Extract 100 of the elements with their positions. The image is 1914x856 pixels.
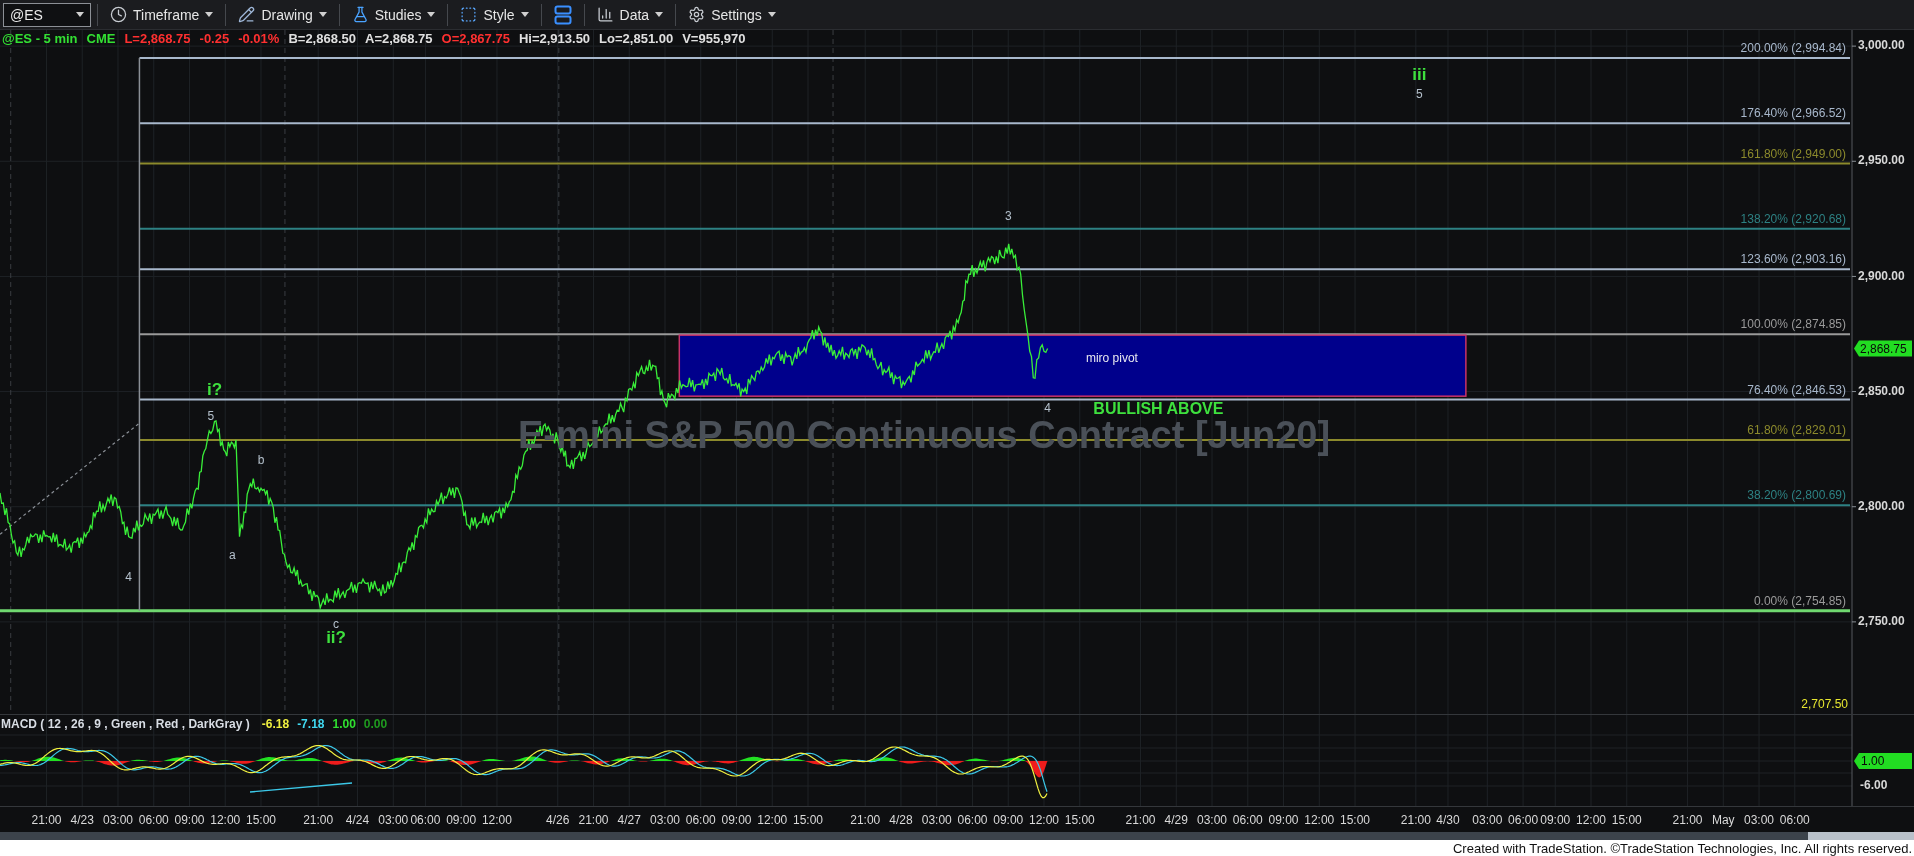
time-label: 06:00: [1508, 813, 1539, 827]
caret-icon: [520, 12, 529, 17]
time-label: 15:00: [793, 813, 823, 827]
quote-value: -0.25: [199, 31, 230, 46]
time-label: 09:00: [174, 813, 205, 827]
time-label: 4/24: [345, 813, 370, 827]
scrollbar[interactable]: [0, 832, 1914, 840]
time-label: 12:00: [481, 813, 512, 827]
caret-icon: [655, 12, 664, 17]
fib-label: 76.40% (2,846.53): [1747, 382, 1846, 397]
caret-icon: [427, 12, 436, 17]
time-label: 03:00: [1472, 813, 1503, 827]
wave-label: i?: [206, 379, 223, 399]
time-label: 03:00: [921, 813, 952, 827]
quote-value: @ES - 5 min: [2, 31, 78, 46]
symbol-field[interactable]: @ES: [3, 2, 91, 27]
time-label: 09:00: [1540, 813, 1571, 827]
dashed-square-icon: [460, 6, 478, 23]
fib-label: 161.80% (2,949.00): [1740, 146, 1846, 161]
time-label: 4/29: [1164, 813, 1188, 827]
fib-label: 176.40% (2,966.52): [1740, 106, 1846, 121]
macd-value: 1.00: [332, 717, 356, 731]
axis-label: 2,900.00: [1858, 268, 1905, 283]
fib-label: 138.20% (2,920.68): [1740, 211, 1846, 226]
axis-label: 2,850.00: [1858, 383, 1905, 398]
clock-icon: [110, 6, 127, 23]
axis-label: 3,000.00: [1858, 38, 1905, 53]
time-label: 03:00: [102, 813, 133, 827]
quote-value: A=2,868.75: [365, 31, 433, 46]
axis-label: 2,950.00: [1858, 153, 1905, 168]
fib-label: 38.20% (2,800.69): [1747, 488, 1846, 503]
toolbar-button[interactable]: Studies: [345, 1, 442, 28]
time-label: 4/28: [889, 813, 913, 827]
quote-value: Hi=2,913.50: [518, 31, 591, 46]
time-label: 09:00: [993, 813, 1024, 827]
pencil-icon: [238, 6, 256, 23]
time-label: 4/30: [1436, 813, 1460, 827]
toolbar-button[interactable]: Drawing: [232, 1, 333, 28]
fib-label: 100.00% (2,874.85): [1740, 317, 1846, 332]
time-label: 15:00: [1611, 813, 1642, 827]
time-label: 12:00: [1576, 813, 1606, 827]
wave-count: a: [229, 548, 236, 563]
footer-text: Created with TradeStation. ©TradeStation Technologies, Inc. All rights reserved.: [0, 840, 1914, 856]
time-label: 12:00: [757, 813, 788, 827]
quote-value: B=2,868.50: [288, 31, 356, 46]
time-label: 15:00: [245, 813, 276, 827]
quote-value: O=2,867.75: [441, 31, 510, 46]
axis-note: 2,707.50: [1801, 697, 1848, 711]
macd-axis-label: -6.00: [1860, 778, 1888, 793]
caret-icon: [76, 12, 84, 17]
quote-value: L=2,868.75: [124, 31, 191, 46]
time-label: 06:00: [1779, 813, 1810, 827]
time-label: 21:00: [850, 813, 881, 827]
time-label: 21:00: [1672, 813, 1703, 827]
time-label: 21:00: [578, 813, 609, 827]
wave-count: b: [257, 453, 265, 468]
time-label: 15:00: [1340, 813, 1371, 827]
time-label: 03:00: [378, 813, 409, 827]
caret-icon: [318, 12, 327, 17]
time-label: 15:00: [1064, 813, 1095, 827]
macd-value: 0.00: [363, 717, 388, 731]
macd-marker: 1.00: [1854, 753, 1912, 769]
toolbar-button[interactable]: Style: [454, 1, 535, 28]
price-marker: 2,868.75: [1854, 340, 1912, 357]
time-label: 21:00: [31, 813, 62, 827]
macd-title: MACD ( 12 , 26 , 9 , Green , Red , DarkGray ): [1, 717, 250, 731]
settings-icon: [688, 6, 706, 23]
time-label: 4/26: [546, 813, 570, 827]
time-label: 03:00: [1744, 813, 1775, 827]
quote-value: -0.01%: [238, 31, 280, 46]
time-label: 09:00: [721, 813, 752, 827]
time-label: 12:00: [210, 813, 241, 827]
axis-label: 2,800.00: [1858, 498, 1905, 513]
fib-label: 61.80% (2,829.01): [1747, 422, 1846, 437]
time-label: 12:00: [1304, 813, 1335, 827]
scrollbar-thumb[interactable]: [1808, 832, 1914, 840]
toolbar-button[interactable]: Data: [590, 1, 670, 28]
fib-label: 123.60% (2,903.16): [1740, 252, 1846, 267]
caret-icon: [205, 12, 214, 17]
wave-count: 3: [1004, 209, 1012, 224]
time-label: 03:00: [1197, 813, 1228, 827]
callout-label: BULLISH ABOVE: [1093, 400, 1224, 417]
toolbar-button[interactable]: Settings: [682, 1, 782, 28]
time-label: 06:00: [1232, 813, 1263, 827]
time-label: 4/27: [617, 813, 641, 827]
quote-value: Lo=2,851.00: [599, 31, 674, 46]
time-label: 03:00: [650, 813, 680, 827]
quote-value: CME: [86, 31, 116, 46]
time-label: May: [1711, 813, 1735, 827]
layout-icon: [553, 4, 572, 25]
fib-label: 0.00% (2,754.85): [1753, 593, 1846, 608]
time-label: 06:00: [138, 813, 169, 827]
zone-label: miro pivot: [1085, 350, 1138, 365]
time-label: 09:00: [446, 813, 477, 827]
time-label: 21:00: [1400, 813, 1431, 827]
time-label: 21:00: [1125, 813, 1156, 827]
axis-label: 2,750.00: [1858, 614, 1905, 629]
time-label: 06:00: [957, 813, 988, 827]
wave-count: 5: [1416, 87, 1423, 102]
toolbar-button[interactable]: Timeframe: [104, 1, 220, 28]
